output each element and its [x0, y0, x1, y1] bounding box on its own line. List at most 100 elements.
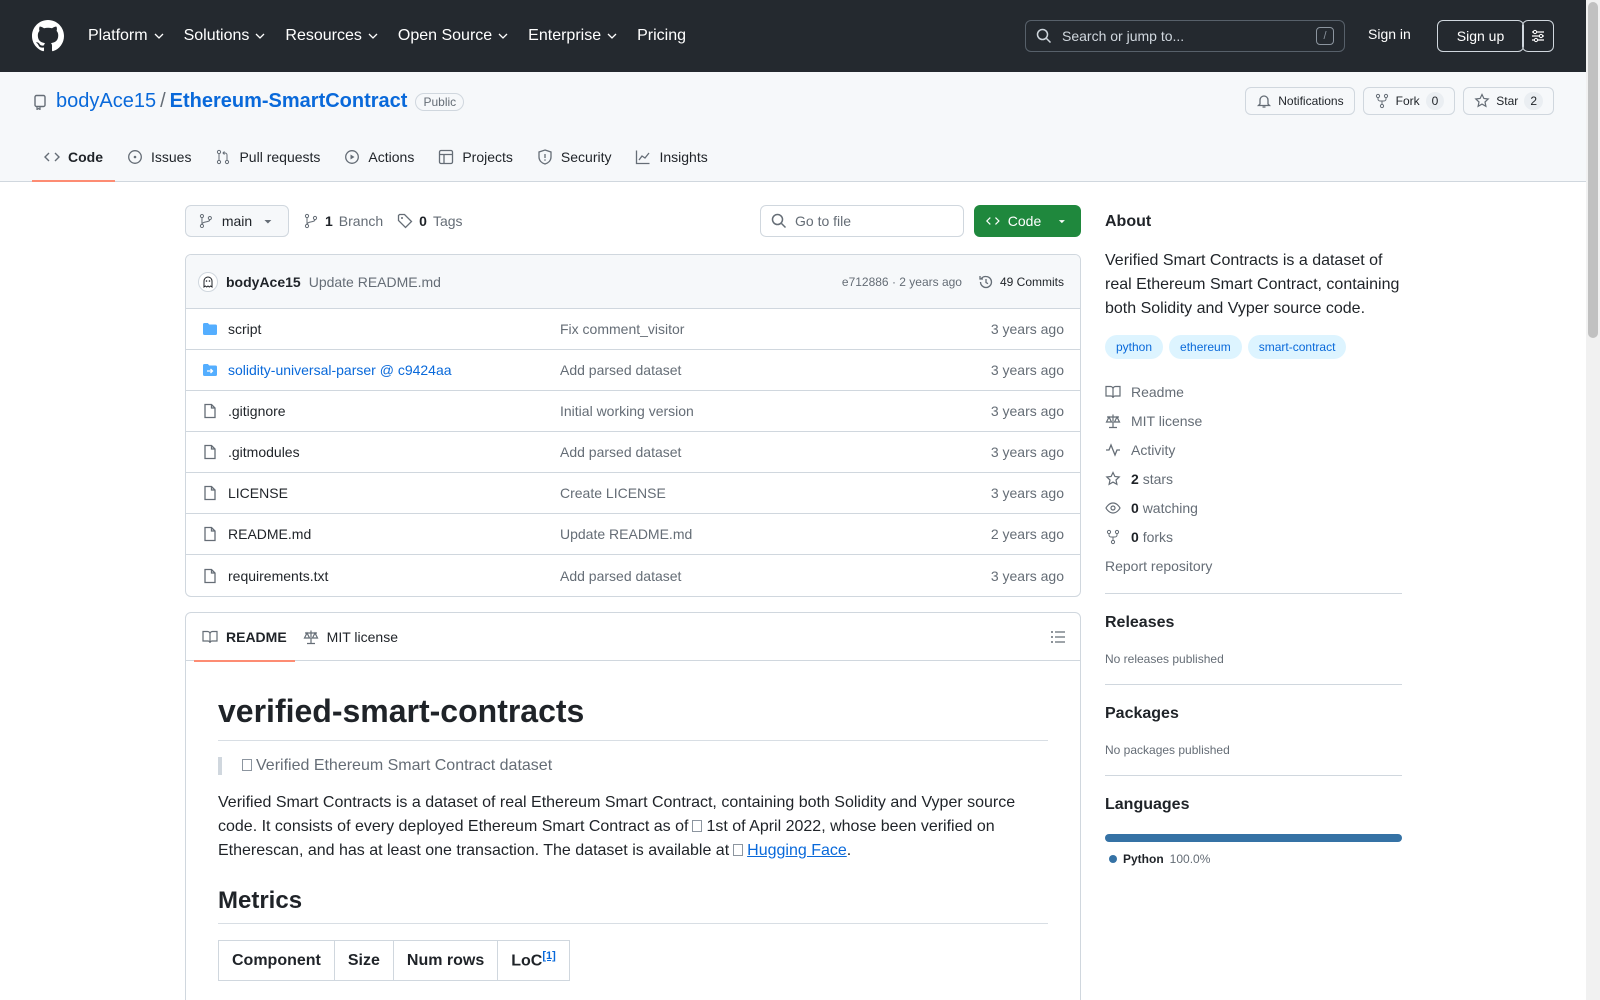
footnote-link[interactable]: [1] — [542, 950, 555, 962]
file-name[interactable]: LICENSE — [228, 485, 560, 501]
tab-label: Projects — [462, 149, 513, 165]
file-commit-message[interactable]: Initial working version — [560, 403, 991, 419]
go-to-file-placeholder: Go to file — [795, 213, 852, 229]
global-search-input[interactable]: Search or jump to... / — [1025, 20, 1345, 52]
outline-button[interactable] — [1050, 629, 1066, 645]
language-item[interactable]: Python 100.0% — [1105, 852, 1402, 866]
code-icon — [986, 217, 1000, 225]
file-age: 3 years ago — [990, 444, 1064, 460]
activity-link-label: Activity — [1131, 441, 1176, 458]
activity-link[interactable]: Activity — [1105, 435, 1401, 464]
topic-tag[interactable]: smart-contract — [1247, 335, 1347, 359]
tab-actions[interactable]: Actions — [332, 133, 426, 181]
tab-code[interactable]: Code — [32, 133, 115, 182]
commit-message[interactable]: Update README.md — [309, 274, 441, 290]
commit-author[interactable]: bodyAce15 — [226, 274, 301, 290]
packages-heading[interactable]: Packages — [1105, 705, 1402, 723]
file-name[interactable]: .gitmodules — [228, 444, 560, 460]
fork-button[interactable]: Fork 0 — [1362, 87, 1456, 115]
code-button[interactable]: Code — [974, 205, 1081, 237]
table-row[interactable]: LICENSE Create LICENSE 3 years ago — [186, 473, 1080, 514]
topic-tag[interactable]: python — [1105, 335, 1164, 359]
go-to-file-input[interactable]: Go to file — [760, 205, 964, 237]
page-scrollbar[interactable] — [1586, 0, 1600, 1000]
file-commit-message[interactable]: Add parsed dataset — [560, 568, 991, 584]
branch-label[interactable]: Branch — [339, 213, 383, 229]
nav-solutions[interactable]: Solutions — [184, 27, 266, 45]
table-row[interactable]: requirements.txt Add parsed dataset 3 ye… — [186, 555, 1080, 596]
tab-label: Insights — [659, 149, 708, 165]
global-header: Platform Solutions Resources Open Source… — [0, 0, 1586, 72]
avatar[interactable] — [198, 271, 218, 292]
file-name[interactable]: README.md — [228, 526, 560, 542]
repo-owner-link[interactable]: bodyAce15 — [56, 90, 156, 113]
tab-projects[interactable]: Projects — [426, 133, 525, 181]
file-commit-message[interactable]: Fix comment_visitor — [560, 321, 991, 337]
nav-enterprise[interactable]: Enterprise — [528, 27, 617, 45]
scrollbar-thumb[interactable] — [1588, 2, 1598, 338]
tag-label[interactable]: Tags — [433, 213, 463, 229]
watching-link[interactable]: 0 watching — [1105, 493, 1401, 522]
search-icon — [1036, 28, 1052, 44]
file-commit-message[interactable]: Update README.md — [560, 526, 991, 542]
caret-down-icon — [1059, 220, 1066, 224]
file-name[interactable]: .gitignore — [228, 403, 560, 419]
license-link[interactable]: MIT license — [1105, 406, 1401, 435]
code-button-label: Code — [1007, 213, 1042, 229]
file-age: 3 years ago — [990, 403, 1064, 419]
tab-security[interactable]: Security — [525, 133, 624, 181]
repo-name-link[interactable]: Ethereum-SmartContract — [170, 90, 408, 113]
table-row[interactable]: .gitmodules Add parsed dataset 3 years a… — [186, 432, 1080, 473]
eye-icon — [1105, 501, 1121, 514]
fork-label: Fork — [1395, 94, 1420, 108]
hugging-face-link[interactable]: Hugging Face — [747, 842, 847, 859]
tag-count[interactable]: 0 — [419, 213, 427, 229]
tab-pull-requests[interactable]: Pull requests — [203, 133, 332, 181]
tab-issues[interactable]: Issues — [115, 133, 203, 181]
nav-platform[interactable]: Platform — [88, 27, 164, 45]
report-repository-link[interactable]: Report repository — [1105, 551, 1401, 580]
visibility-badge: Public — [415, 92, 465, 111]
file-icon — [204, 485, 216, 501]
sign-in-link[interactable]: Sign in — [1368, 26, 1411, 42]
commit-count: 49 Commits — [999, 274, 1064, 289]
nav-label: Enterprise — [528, 27, 602, 44]
commit-hash-time[interactable]: e712886 · 2 years ago — [842, 275, 962, 289]
fork-icon — [1375, 93, 1388, 109]
file-name[interactable]: solidity-universal-parser @ c9424aa — [228, 362, 560, 378]
github-logo-icon[interactable] — [32, 20, 64, 52]
commit-history-link[interactable]: 49 Commits — [978, 274, 1064, 290]
file-name[interactable]: requirements.txt — [228, 568, 560, 584]
readme-link[interactable]: Readme — [1105, 377, 1401, 406]
watching-label: watching — [1142, 499, 1198, 516]
watching-count: 0 — [1131, 499, 1139, 516]
tab-readme[interactable]: README — [194, 613, 295, 662]
branch-select[interactable]: main — [185, 205, 289, 237]
file-commit-message[interactable]: Add parsed dataset — [560, 362, 991, 378]
forks-link[interactable]: 0 forks — [1105, 522, 1401, 551]
sign-up-button[interactable]: Sign up — [1437, 20, 1524, 52]
nav-resources[interactable]: Resources — [285, 27, 378, 45]
menu-button[interactable] — [1522, 20, 1554, 52]
repo-header: bodyAce15 / Ethereum-SmartContract Publi… — [0, 72, 1586, 182]
nav-open-source[interactable]: Open Source — [398, 27, 508, 45]
table-row[interactable]: solidity-universal-parser @ c9424aa Add … — [186, 350, 1080, 391]
file-commit-message[interactable]: Create LICENSE — [560, 485, 991, 501]
table-row[interactable]: .gitignore Initial working version 3 yea… — [186, 391, 1080, 432]
nav-pricing[interactable]: Pricing — [637, 27, 686, 45]
tab-insights[interactable]: Insights — [623, 133, 719, 181]
topic-tag[interactable]: ethereum — [1169, 335, 1242, 359]
forks-count: 0 — [1131, 528, 1139, 545]
table-row[interactable]: script Fix comment_visitor 3 years ago — [186, 309, 1080, 350]
table-row[interactable]: README.md Update README.md 2 years ago — [186, 514, 1080, 555]
notifications-button[interactable]: Notifications — [1245, 87, 1355, 115]
issue-icon — [128, 150, 142, 164]
stars-link[interactable]: 2 stars — [1105, 464, 1401, 493]
tab-license[interactable]: MIT license — [295, 613, 406, 661]
file-name[interactable]: script — [228, 321, 560, 337]
metrics-heading: Metrics — [218, 887, 1048, 924]
releases-heading[interactable]: Releases — [1105, 614, 1402, 632]
file-commit-message[interactable]: Add parsed dataset — [560, 444, 991, 460]
branch-count[interactable]: 1 — [325, 213, 333, 229]
star-button[interactable]: Star 2 — [1463, 87, 1554, 115]
